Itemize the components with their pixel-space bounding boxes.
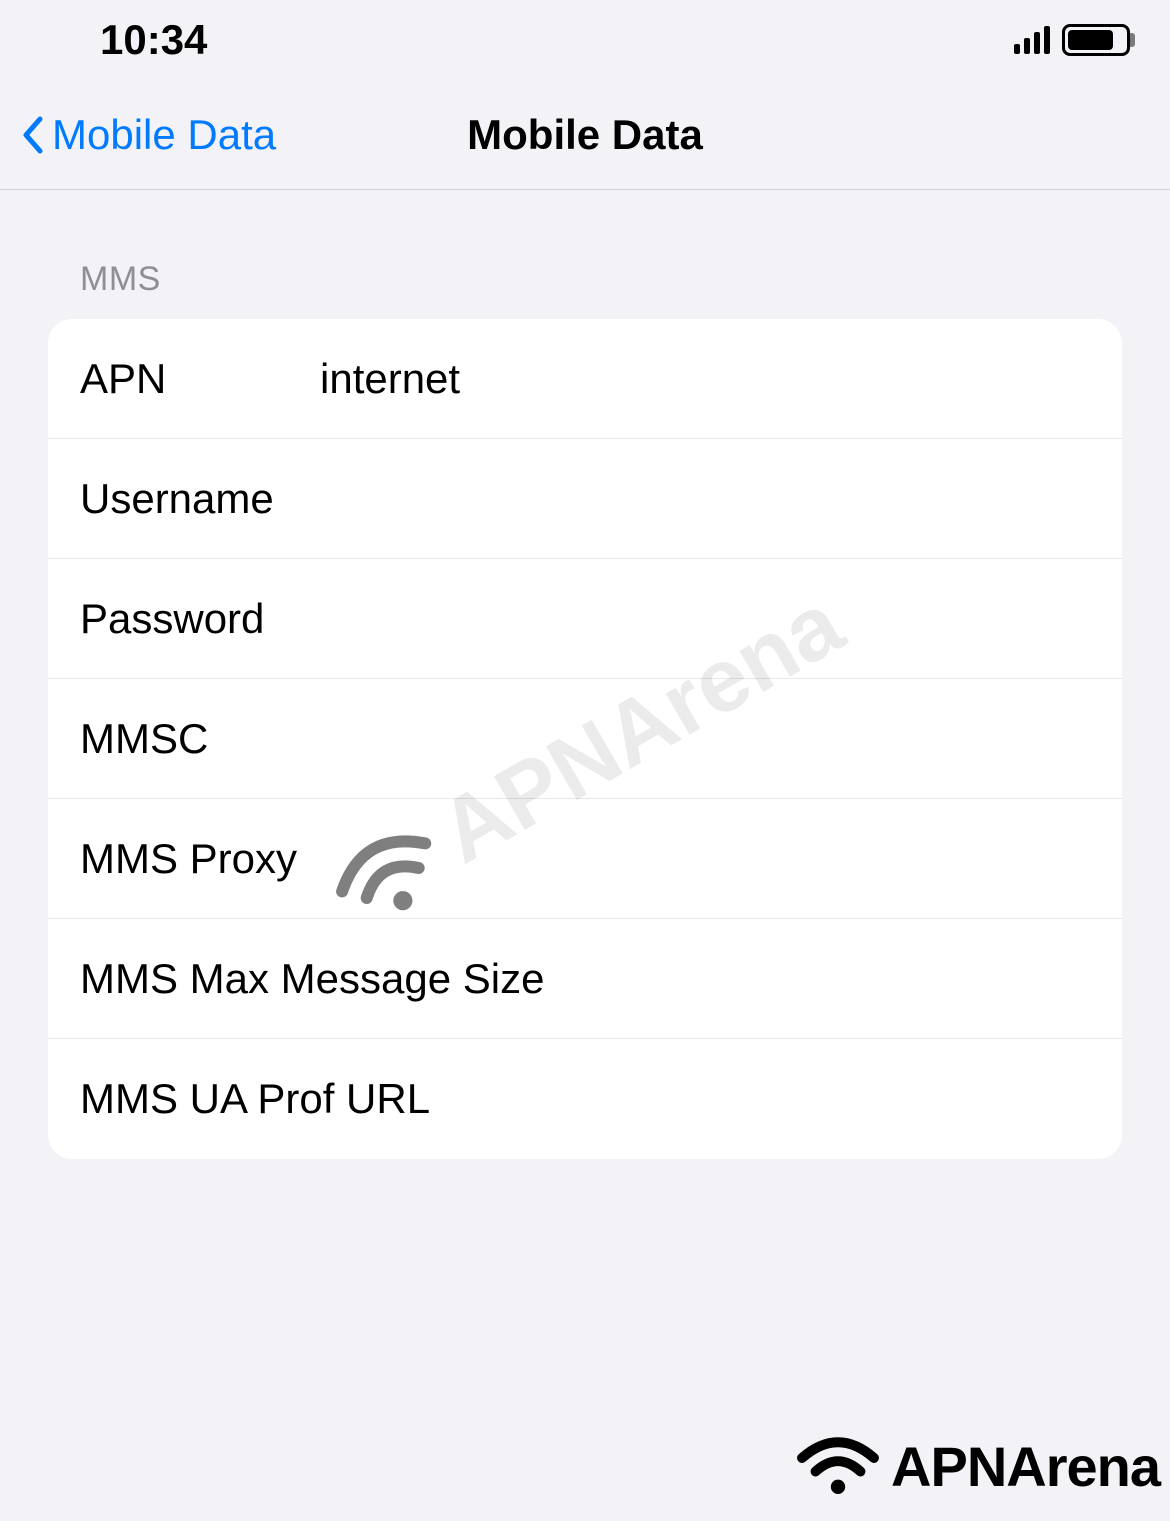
- status-indicators: [1014, 24, 1130, 56]
- row-mms-ua-prof[interactable]: MMS UA Prof URL: [48, 1039, 1122, 1159]
- input-mms-max-size[interactable]: [544, 955, 1090, 1003]
- input-mms-ua-prof[interactable]: [430, 1075, 1090, 1123]
- row-label-username: Username: [80, 475, 320, 523]
- input-apn[interactable]: [320, 355, 1090, 403]
- navigation-bar: Mobile Data Mobile Data: [0, 80, 1170, 190]
- row-label-mmsc: MMSC: [80, 715, 320, 763]
- row-label-mms-ua-prof: MMS UA Prof URL: [80, 1075, 430, 1123]
- row-label-mms-proxy: MMS Proxy: [80, 835, 297, 883]
- battery-icon: [1062, 24, 1130, 56]
- page-title: Mobile Data: [467, 111, 703, 159]
- settings-group-mms: APN Username Password MMSC MMS Proxy MMS…: [48, 319, 1122, 1159]
- back-label: Mobile Data: [52, 111, 276, 159]
- row-username[interactable]: Username: [48, 439, 1122, 559]
- footer-brand-text: APNArena: [891, 1434, 1160, 1499]
- row-label-password: Password: [80, 595, 320, 643]
- row-mms-proxy[interactable]: MMS Proxy: [48, 799, 1122, 919]
- back-button[interactable]: Mobile Data: [0, 111, 276, 159]
- status-bar: 10:34: [0, 0, 1170, 80]
- row-apn[interactable]: APN: [48, 319, 1122, 439]
- chevron-left-icon: [20, 115, 44, 155]
- row-label-mms-max-size: MMS Max Message Size: [80, 955, 544, 1003]
- cellular-signal-icon: [1014, 26, 1050, 54]
- input-password[interactable]: [320, 595, 1090, 643]
- input-mms-proxy[interactable]: [297, 835, 1090, 883]
- input-username[interactable]: [320, 475, 1090, 523]
- footer-brand: APNArena: [793, 1431, 1160, 1501]
- content: MMS APN Username Password MMSC MMS Proxy…: [0, 190, 1170, 1159]
- row-mms-max-size[interactable]: MMS Max Message Size: [48, 919, 1122, 1039]
- section-header-mms: MMS: [48, 260, 1122, 299]
- row-mmsc[interactable]: MMSC: [48, 679, 1122, 799]
- row-password[interactable]: Password: [48, 559, 1122, 679]
- input-mmsc[interactable]: [320, 715, 1090, 763]
- row-label-apn: APN: [80, 355, 320, 403]
- wifi-icon: [793, 1431, 883, 1501]
- status-time: 10:34: [100, 16, 207, 64]
